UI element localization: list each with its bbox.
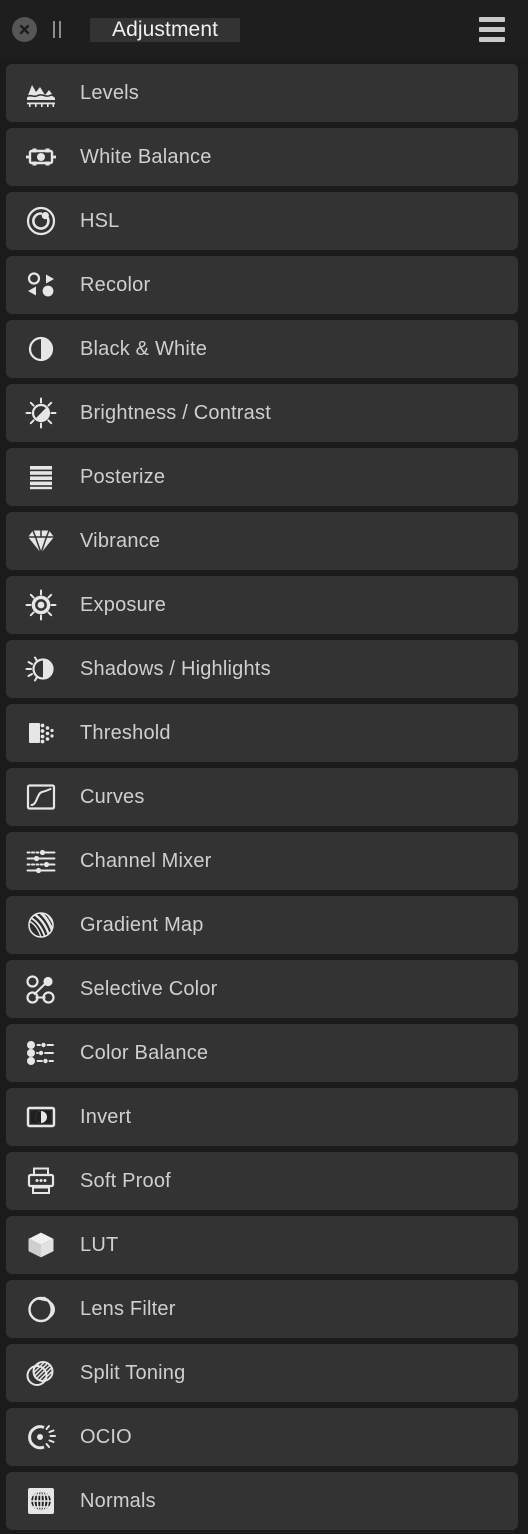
list-item-label: LUT (80, 1233, 119, 1256)
list-item-invert[interactable]: Invert (6, 1088, 518, 1146)
list-item-lut[interactable]: LUT (6, 1216, 518, 1274)
recolor-icon (22, 266, 60, 304)
list-item-ocio[interactable]: OCIO (6, 1408, 518, 1466)
titlebar-spacer (240, 0, 466, 59)
list-item-soft-proof[interactable]: Soft Proof (6, 1152, 518, 1210)
list-item-label: Invert (80, 1105, 132, 1128)
normals-sphere-grid-icon (22, 1482, 60, 1520)
list-item-shadows-highlights[interactable]: Shadows / Highlights (6, 640, 518, 698)
tab-adjustment[interactable]: Adjustment (90, 17, 241, 42)
list-item-white-balance[interactable]: White Balance (6, 128, 518, 186)
gradient-map-sphere-icon (22, 906, 60, 944)
exposure-sun-icon (22, 586, 60, 624)
list-item-levels[interactable]: Levels (6, 64, 518, 122)
list-item-brightness-contrast[interactable]: Brightness / Contrast (6, 384, 518, 442)
invert-icon (22, 1098, 60, 1136)
list-item-curves[interactable]: Curves (6, 768, 518, 826)
curves-graph-icon (22, 778, 60, 816)
list-item-posterize[interactable]: Posterize (6, 448, 518, 506)
list-item-normals[interactable]: Normals (6, 1472, 518, 1530)
list-item-label: Selective Color (80, 977, 218, 1000)
list-item-label: Exposure (80, 593, 167, 616)
list-item-label: Black & White (80, 337, 208, 360)
list-item-label: Posterize (80, 465, 166, 488)
lut-cube-icon (22, 1226, 60, 1264)
list-item-label: Shadows / Highlights (80, 657, 271, 680)
adjustment-panel: Adjustment Levels White Balance HSL Reco… (0, 0, 528, 1534)
brightness-contrast-sun-icon (22, 394, 60, 432)
selective-color-nodes-icon (22, 970, 60, 1008)
soft-proof-printer-icon (22, 1162, 60, 1200)
list-item-label: Color Balance (80, 1041, 209, 1064)
list-item-label: Vibrance (80, 529, 161, 552)
list-item-label: Normals (80, 1489, 156, 1512)
vibrance-gem-icon (22, 522, 60, 560)
list-item-label: Soft Proof (80, 1169, 171, 1192)
list-item-label: Curves (80, 785, 145, 808)
list-item-recolor[interactable]: Recolor (6, 256, 518, 314)
list-item-exposure[interactable]: Exposure (6, 576, 518, 634)
list-item-label: White Balance (80, 145, 212, 168)
list-item-label: OCIO (80, 1425, 132, 1448)
channel-mixer-sliders-icon (22, 842, 60, 880)
posterize-bars-icon (22, 458, 60, 496)
levels-histogram-icon (22, 74, 60, 112)
ocio-icon (22, 1418, 60, 1456)
list-item-channel-mixer[interactable]: Channel Mixer (6, 832, 518, 890)
hamburger-menu-icon[interactable] (466, 0, 518, 59)
threshold-dither-icon (22, 714, 60, 752)
split-toning-icon (22, 1354, 60, 1392)
list-item-label: HSL (80, 209, 120, 232)
list-item-hsl[interactable]: HSL (6, 192, 518, 250)
list-item-label: Brightness / Contrast (80, 401, 271, 424)
list-item-label: Lens Filter (80, 1297, 176, 1320)
white-balance-icon (22, 138, 60, 176)
list-item-selective-color[interactable]: Selective Color (6, 960, 518, 1018)
list-item-color-balance[interactable]: Color Balance (6, 1024, 518, 1082)
list-item-black-and-white[interactable]: Black & White (6, 320, 518, 378)
list-item-gradient-map[interactable]: Gradient Map (6, 896, 518, 954)
black-and-white-circle-icon (22, 330, 60, 368)
list-item-label: Split Toning (80, 1361, 186, 1384)
shadows-highlights-icon (22, 650, 60, 688)
panel-titlebar: Adjustment (0, 0, 528, 59)
list-item-label: Levels (80, 81, 140, 104)
color-balance-sliders-icon (22, 1034, 60, 1072)
close-circle-icon[interactable] (12, 17, 37, 42)
list-item-lens-filter[interactable]: Lens Filter (6, 1280, 518, 1338)
list-item-label: Threshold (80, 721, 171, 744)
list-item-vibrance[interactable]: Vibrance (6, 512, 518, 570)
tab-adjustment-label: Adjustment (112, 17, 219, 41)
list-item-label: Channel Mixer (80, 849, 212, 872)
list-item-label: Recolor (80, 273, 151, 296)
list-item-threshold[interactable]: Threshold (6, 704, 518, 762)
titlebar-left-controls: Adjustment (0, 0, 241, 59)
drag-handle-icon[interactable] (51, 21, 63, 38)
list-item-label: Gradient Map (80, 913, 204, 936)
adjustment-list: Levels White Balance HSL Recolor Black &… (0, 59, 528, 1534)
hsl-color-wheel-icon (22, 202, 60, 240)
lens-filter-icon (22, 1290, 60, 1328)
list-item-split-toning[interactable]: Split Toning (6, 1344, 518, 1402)
